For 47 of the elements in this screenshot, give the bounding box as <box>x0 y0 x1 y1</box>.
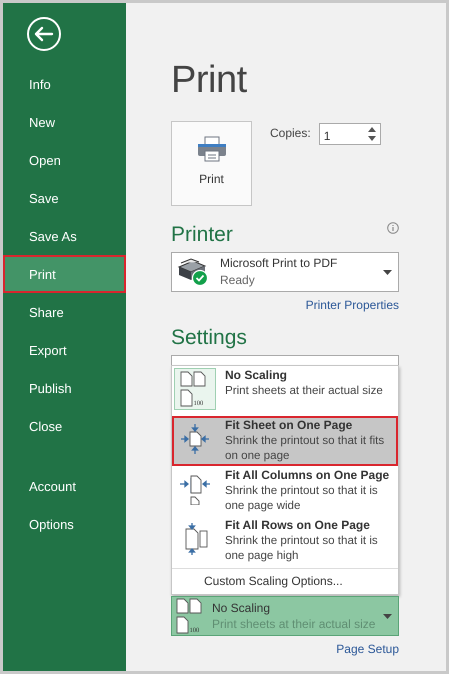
printer-status: Ready <box>220 272 256 289</box>
section-heading: Printer <box>171 222 233 248</box>
sidebar-item[interactable]: Save As <box>3 217 126 255</box>
spinner-arrows-icon <box>368 126 376 142</box>
sidebar-item[interactable]: Publish <box>3 369 126 407</box>
info-icon[interactable] <box>387 222 399 234</box>
printer-ready-icon <box>176 257 210 287</box>
shrink-columns-icon <box>179 473 211 505</box>
printer-icon <box>196 136 226 162</box>
option-description: Print sheets at their actual size <box>225 383 383 398</box>
scaling-description: Print sheets at their actual size <box>212 616 376 632</box>
back-button[interactable] <box>26 16 62 52</box>
sidebar-item[interactable]: Save <box>3 179 126 217</box>
caret-icon <box>383 270 392 274</box>
scaling-option[interactable]: Fit All Rows on One Page Shrink the printout so that it is one page high <box>172 516 398 566</box>
sidebar-item[interactable]: Close <box>3 407 126 445</box>
printer-name: Microsoft Print to PDF <box>220 255 338 272</box>
sidebar-item[interactable]: Export <box>3 331 126 369</box>
sidebar-item[interactable]: Print <box>3 255 126 293</box>
option-title: Fit Sheet on One Page <box>225 418 354 433</box>
scaling-option[interactable]: Fit Sheet on One Page Shrink the printout so that it fits on one page <box>172 416 398 466</box>
copies-label: Copies: <box>270 125 311 140</box>
sidebar-item[interactable]: Open <box>3 141 126 179</box>
scaling-option[interactable]: Fit All Columns on One Page Shrink the printout so that it is one page wide <box>172 466 398 516</box>
sidebar-item[interactable]: Share <box>3 293 126 331</box>
printer-properties-link[interactable]: Printer Properties <box>306 298 399 312</box>
custom-scaling-option[interactable]: Custom Scaling Options... <box>172 569 398 594</box>
sidebar-item[interactable]: Info <box>3 65 126 103</box>
option-description: Shrink the printout so that it is one page wide <box>225 483 379 513</box>
option-title: No Scaling <box>225 368 288 383</box>
print-what-dropdown[interactable] <box>171 355 399 366</box>
caret-icon <box>383 614 392 618</box>
print-button[interactable]: Print <box>171 121 252 206</box>
page-title: Print <box>171 58 248 102</box>
option-description: Shrink the printout so that it is one page high <box>225 533 379 563</box>
page-setup-link[interactable]: Page Setup <box>336 642 399 656</box>
copies-spinner[interactable]: 1 <box>318 123 381 145</box>
option-description: Shrink the printout so that it fits on one page <box>225 433 386 463</box>
printer-dropdown[interactable]: Microsoft Print to PDF Ready <box>171 252 399 292</box>
option-title: Fit All Rows on One Page <box>225 518 371 533</box>
section-heading: Settings <box>171 325 247 351</box>
sidebar-item[interactable]: New <box>3 103 126 141</box>
shrink-page-icon <box>180 423 210 455</box>
scaling-title: No Scaling <box>212 600 272 616</box>
option-title: Fit All Columns on One Page <box>225 468 390 483</box>
sidebar-item[interactable]: Options <box>3 505 126 543</box>
sidebar-item[interactable]: Account <box>3 467 126 505</box>
